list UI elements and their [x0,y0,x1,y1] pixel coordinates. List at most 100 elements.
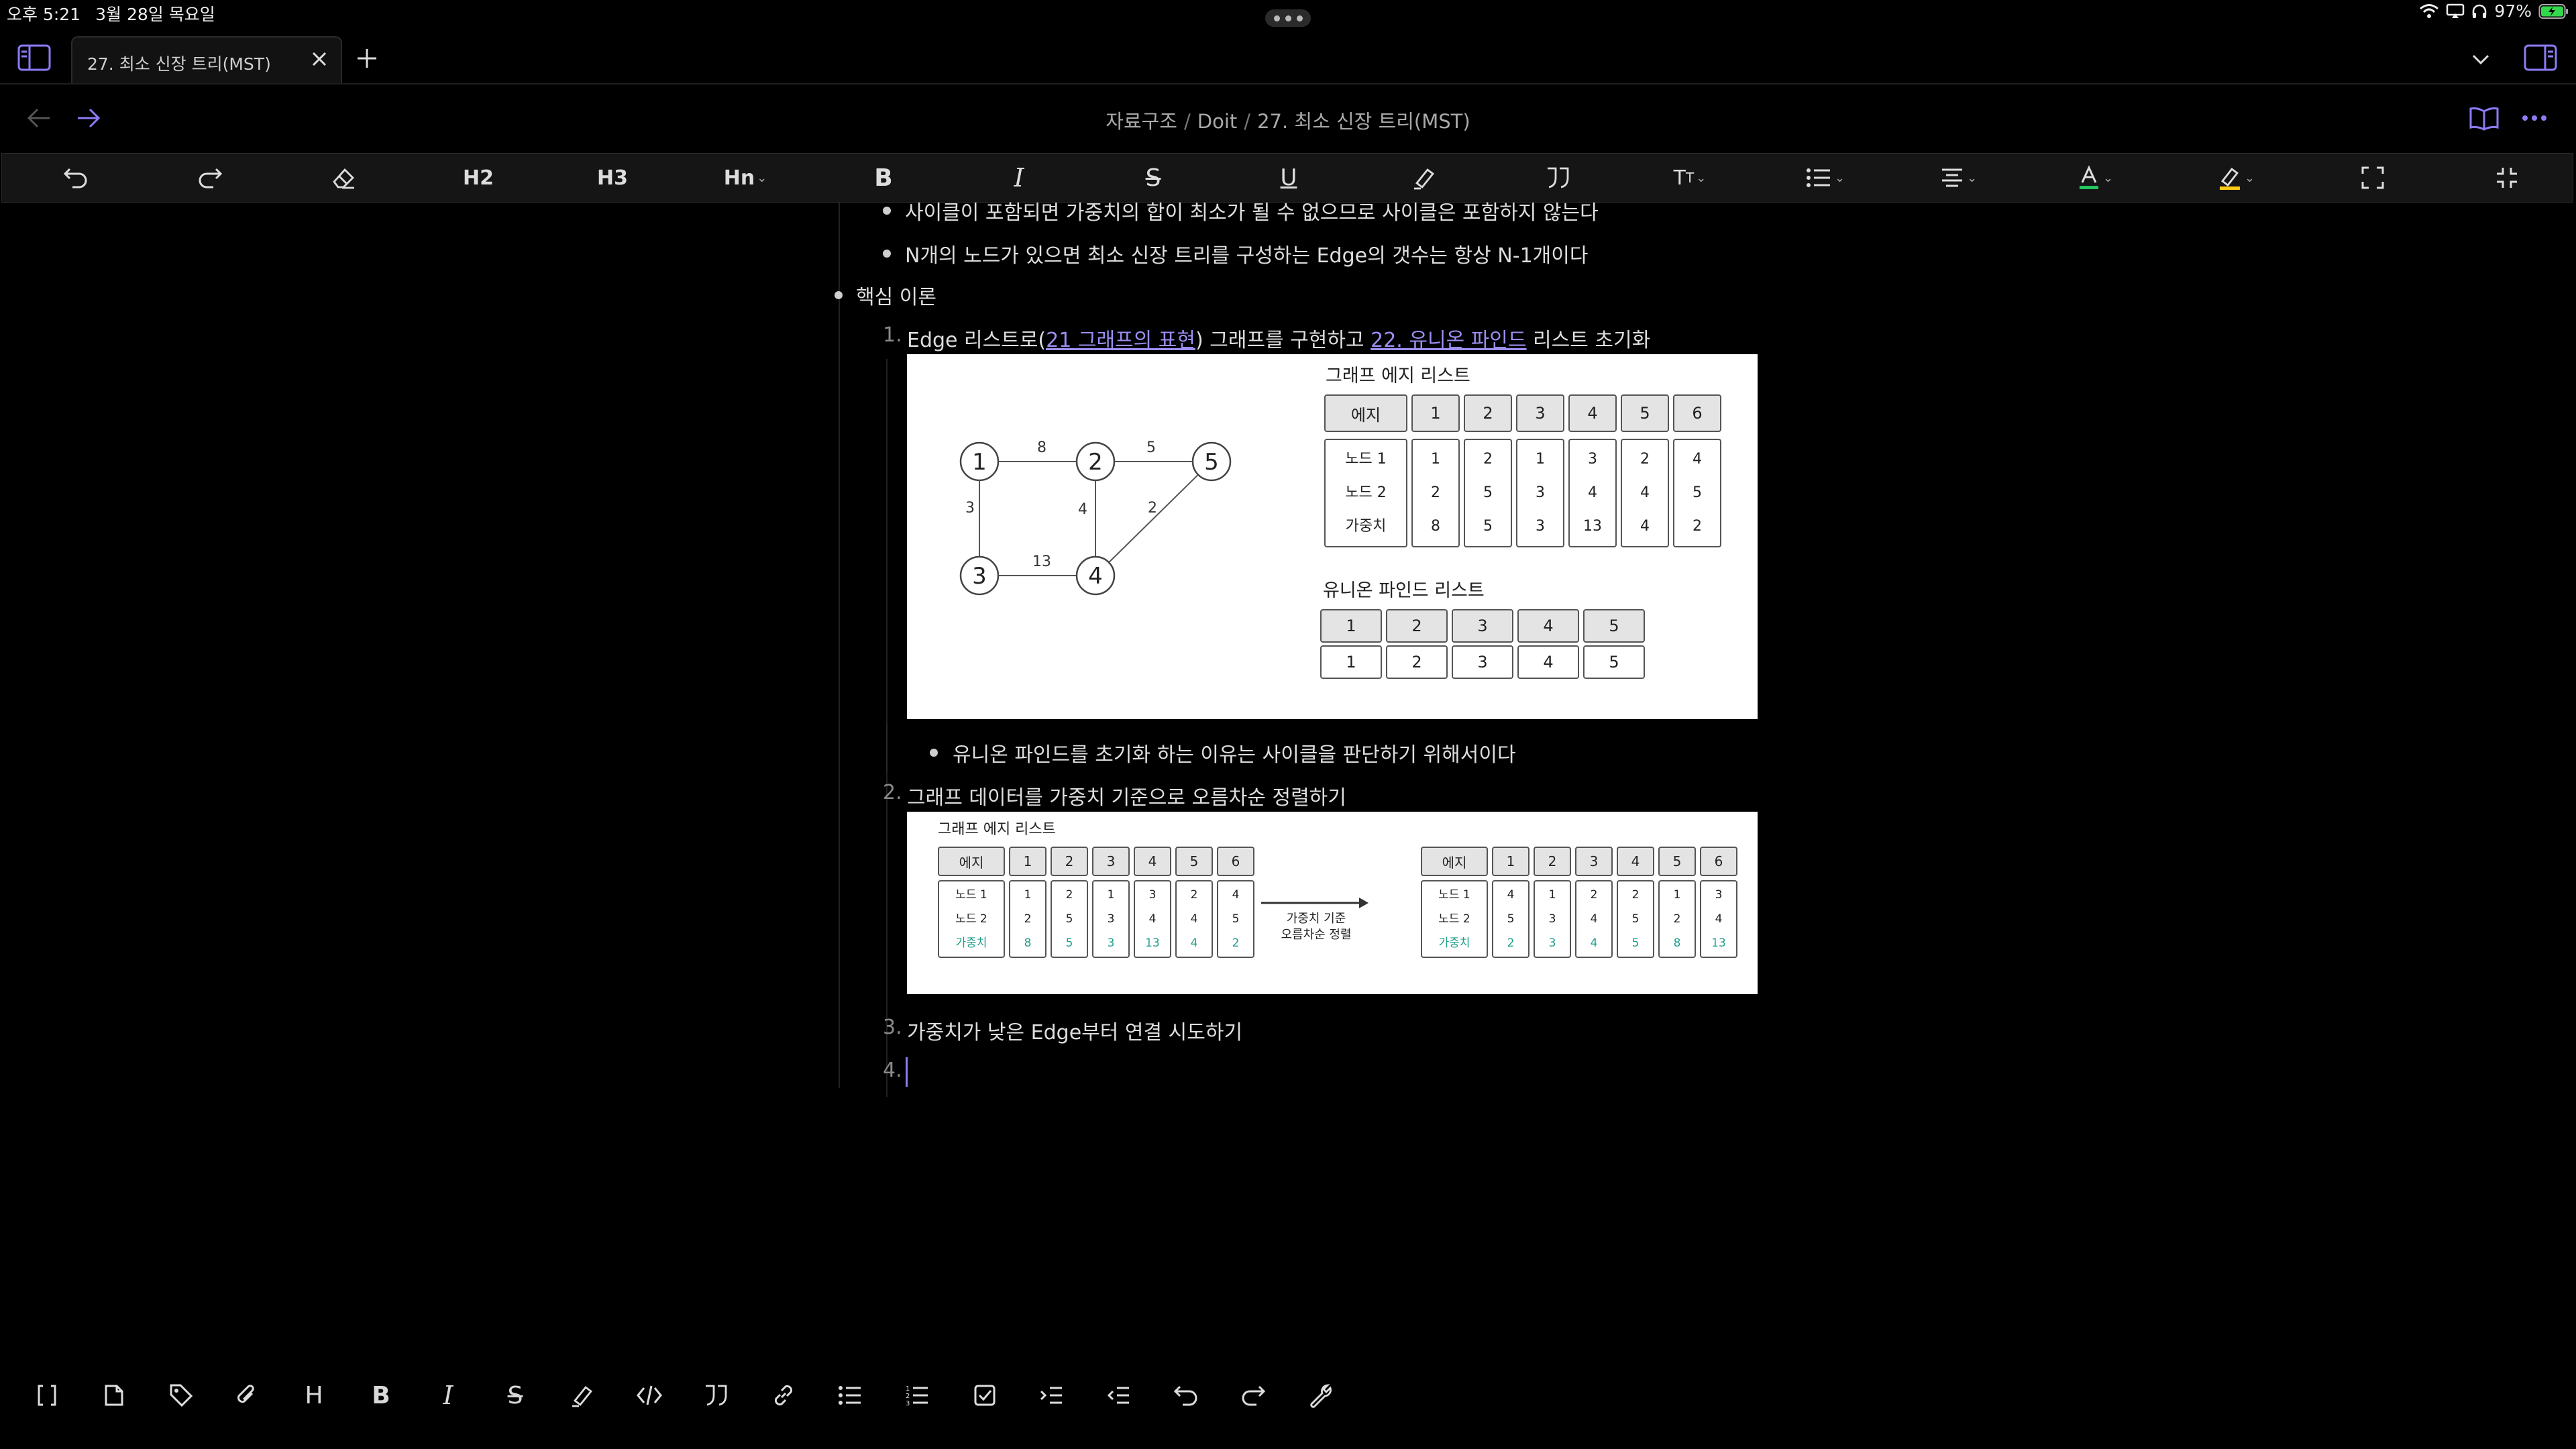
row-label: 노드 2 [1438,912,1470,926]
redo-icon[interactable] [197,154,223,202]
sidebar-toggle-icon[interactable] [17,44,51,71]
screen-mirror-icon [2447,3,2465,18]
link-icon[interactable] [763,1375,804,1415]
outdent-icon[interactable] [1099,1375,1139,1415]
edge-cell: 1 2 8 [1658,880,1696,958]
edge-value: 2 [1590,888,1598,902]
italic-button[interactable]: I [1014,154,1024,202]
svg-text:2: 2 [906,1393,910,1400]
graph-node: 5 [1204,449,1219,476]
chevron-down-icon[interactable] [2470,48,2491,70]
underline-button[interactable]: U [1281,154,1297,202]
headphones-icon [2473,4,2487,18]
text-size-icon[interactable]: T T ⌄ [1674,154,1707,202]
edge-value: 5 [1483,518,1493,535]
undo-icon[interactable] [63,154,89,202]
right-sidebar-toggle-icon[interactable] [2524,44,2557,71]
edge-weight: 3 [965,500,975,517]
edge-value: 4 [1232,888,1240,902]
reading-view-book-icon[interactable] [2469,106,2500,131]
breadcrumb-note: 27. 최소 신장 트리(MST) [1257,110,1470,133]
edge-value: 2 [1232,936,1240,950]
bullet [835,291,843,299]
highlighter-icon[interactable] [1411,154,1437,202]
close-icon[interactable] [307,47,331,71]
edge-list-after-table: 에지 1 2 3 4 5 6 노드 1 노드 2 가중치 4 5 2 1 3 3 2 4 4 2 5 5 1 2 8 3 4 13 [1417,847,1741,958]
union-find-cell: 5 [1583,609,1645,643]
edge-value: 4 [1190,912,1198,926]
code-icon[interactable] [629,1375,669,1415]
tab-bar-divider [0,83,2576,85]
quote-icon[interactable] [696,1375,737,1415]
row-label: 노드 2 [1345,484,1387,501]
edge-value: 4 [1588,484,1597,501]
heading2-button[interactable]: H2 [463,154,494,202]
edge-value: 4 [1640,484,1650,501]
edge-value: 5 [1631,912,1640,926]
align-center-icon[interactable]: ⌄ [1939,154,1977,202]
heading-n-button[interactable]: Hn ⌄ [724,154,767,202]
union-find-cell: 2 [1386,645,1448,679]
graph-edge-list-figure: 1 2 5 3 4 8 5 3 4 2 13 그래프 에지 리스트 에지 1 2 3 4… [907,354,1758,719]
breadcrumb-folder[interactable]: 자료구조 [1106,110,1177,133]
checkbox-icon[interactable] [965,1375,1005,1415]
edge-value: 8 [1673,936,1681,950]
bullet-list-icon[interactable] [830,1375,871,1415]
internal-link[interactable]: 21 그래프의 표현 [1046,329,1195,352]
indent-icon[interactable] [1032,1375,1072,1415]
redo-icon[interactable] [1233,1375,1273,1415]
wikilink-icon[interactable] [27,1375,67,1415]
union-find-cell: 5 [1583,645,1645,679]
edge-value: 13 [1583,518,1602,535]
edge-value: 3 [1536,518,1545,535]
eraser-icon[interactable] [331,154,357,202]
wrench-icon[interactable] [1300,1375,1340,1415]
format-toolbar: H2 H3 Hn ⌄ B I S U T T ⌄ ⌄ ⌄ ⌄ ⌄ [1,153,2573,203]
edge-value: 3 [1548,912,1556,926]
attachment-icon[interactable] [227,1375,267,1415]
edge-value: 8 [1024,936,1032,950]
list-number: 1. [883,323,902,347]
graph-node: 1 [972,449,987,476]
blockquote-icon[interactable] [1545,154,1572,202]
row-label: 노드 2 [955,912,987,926]
heading-icon[interactable]: H [294,1375,334,1415]
edge-value: 2 [1640,451,1650,468]
edge-cell: 2 4 4 [1575,880,1613,958]
list-item: 유니온 파인드를 초기화 하는 이유는 사이클을 판단하기 위해서이다 [953,743,1516,767]
new-tab-plus-icon[interactable] [354,46,380,71]
heading3-button[interactable]: H3 [597,154,628,202]
union-find-table: 12345 12345 [1320,609,1649,679]
strikethrough-button[interactable]: S [1146,154,1161,202]
edge-column-header: 2 [1534,847,1571,876]
text-color-icon[interactable]: ⌄ [2077,154,2113,202]
strikethrough-icon[interactable]: S [495,1375,535,1415]
row-label: 노드 1 [1438,888,1470,902]
tab-title: 27. 최소 신장 트리(MST) [87,54,271,74]
bold-icon[interactable]: B [361,1375,401,1415]
edge-value: 2 [1693,518,1702,535]
highlighter-icon[interactable] [562,1375,602,1415]
edge-column-header: 1 [1009,847,1046,876]
edge-value: 3 [1107,936,1115,950]
indent-guide [886,724,888,771]
fullscreen-icon[interactable] [2361,154,2385,202]
internal-link[interactable]: 22. 유니온 파인드 [1371,329,1526,352]
bold-button[interactable]: B [874,154,892,202]
text-cursor[interactable] [906,1057,908,1087]
breadcrumb-subfolder[interactable]: Doit [1197,110,1238,133]
list-item: Edge 리스트로(21 그래프의 표현) 그래프를 구현하고 22. 유니온 … [907,329,1651,352]
tab-active[interactable]: 27. 최소 신장 트리(MST) [71,36,342,83]
undo-icon[interactable] [1166,1375,1206,1415]
italic-icon[interactable]: I [428,1375,468,1415]
numbered-list-icon[interactable]: 123 [898,1375,938,1415]
file-icon[interactable] [94,1375,134,1415]
multitasking-dots-icon[interactable] [1265,9,1311,27]
svg-text:3: 3 [906,1400,910,1407]
highlight-color-icon[interactable]: ⌄ [2217,154,2255,202]
tag-icon[interactable] [161,1375,201,1415]
more-options-icon[interactable] [2521,110,2548,126]
edge-list-table: 에지 1 2 3 4 5 6 노드 1 노드 2 가중치 1 2 8 2 5 5 1 3 3 3 4 13 2 4 4 4 5 2 [1320,394,1725,547]
bullet-list-icon[interactable]: ⌄ [1806,154,1845,202]
collapse-icon[interactable] [2495,154,2519,202]
